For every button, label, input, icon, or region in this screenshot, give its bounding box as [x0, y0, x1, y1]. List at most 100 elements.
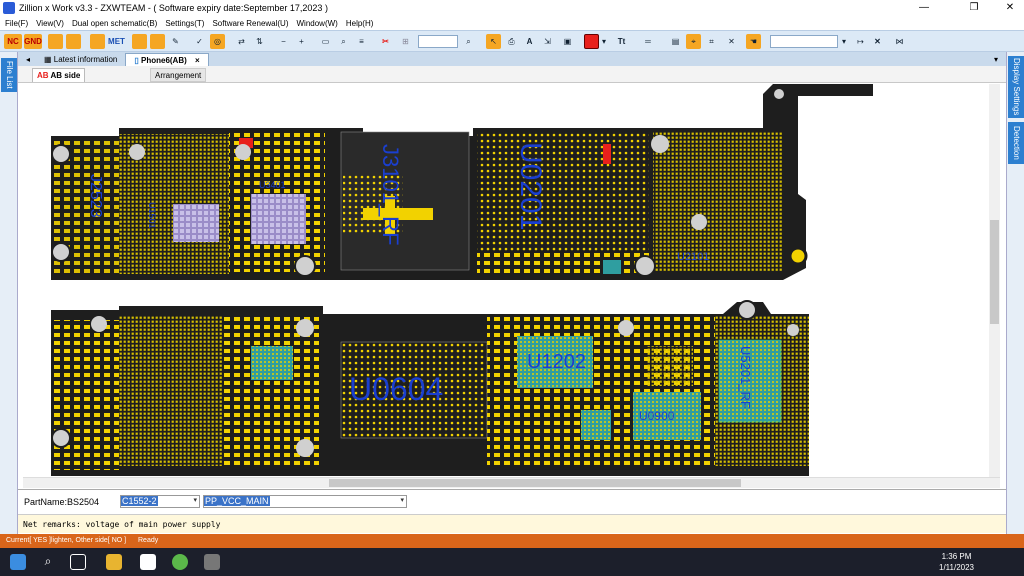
- menu-renewal[interactable]: Software Renewal(U): [212, 19, 288, 28]
- close-icon[interactable]: ✕: [996, 0, 1024, 16]
- options-icon[interactable]: ⋈: [892, 34, 907, 49]
- pointer-icon[interactable]: ↖: [486, 34, 501, 49]
- detection-tab[interactable]: Detection: [1008, 122, 1024, 164]
- tab-menu-icon[interactable]: ▾: [986, 53, 1006, 66]
- right-panel: Display Settings Detection: [1006, 52, 1024, 534]
- component-label[interactable]: J3101_RF: [378, 144, 403, 246]
- component-label[interactable]: U5201_RF: [738, 346, 753, 409]
- flip-h-icon[interactable]: ⇄: [234, 34, 249, 49]
- restore-icon[interactable]: ❐: [960, 0, 988, 16]
- layer-top-icon[interactable]: [48, 34, 63, 49]
- highlight-icon[interactable]: [90, 34, 105, 49]
- edit-icon[interactable]: ✎: [168, 34, 183, 49]
- menu-view[interactable]: View(V): [36, 19, 64, 28]
- box-icon[interactable]: ▣: [560, 34, 575, 49]
- title-bar: Zillion x Work v3.3 - ZXWTEAM - ( Softwa…: [0, 0, 1024, 16]
- chevron-down-icon[interactable]: ▾: [193, 496, 197, 504]
- component-label[interactable]: U1202: [527, 351, 586, 373]
- vertical-scroll-thumb[interactable]: [990, 220, 999, 324]
- file-explorer-icon[interactable]: [106, 554, 122, 570]
- fit-icon[interactable]: ▭: [318, 34, 333, 49]
- part-name-label: PartName:BS2504: [24, 496, 100, 507]
- tab-arrangement[interactable]: Arrangement: [150, 68, 207, 82]
- app-icon-green[interactable]: [172, 554, 188, 570]
- color-picker[interactable]: [584, 34, 599, 49]
- document-icon: ▦: [44, 55, 54, 64]
- tool-icon[interactable]: ✕: [724, 34, 739, 49]
- net-search-input[interactable]: [770, 35, 838, 48]
- crop-icon[interactable]: ⌗: [704, 34, 719, 49]
- zxw-taskbar-icon[interactable]: [204, 554, 220, 570]
- task-view-icon[interactable]: [70, 554, 86, 570]
- tab-scroll-left-icon[interactable]: ◂: [18, 53, 36, 66]
- component-label[interactable]: U3401: [259, 180, 286, 190]
- horizontal-scroll-thumb[interactable]: [329, 479, 741, 487]
- horizontal-scrollbar[interactable]: [23, 477, 1000, 488]
- clear-icon[interactable]: ✕: [870, 34, 885, 49]
- layer-bottom-icon[interactable]: [66, 34, 81, 49]
- component-label[interactable]: U0604: [349, 371, 443, 407]
- image-icon[interactable]: ▤: [668, 34, 683, 49]
- pcb-board-view[interactable]: J2523 U1501 U0201 J3101_RF U2101 U0604 U…: [23, 84, 1000, 477]
- hand-icon[interactable]: ☚: [746, 34, 761, 49]
- component-label[interactable]: U1501: [147, 202, 157, 229]
- search-icon[interactable]: ⌕: [40, 554, 56, 570]
- tab-label: AB side: [50, 71, 81, 80]
- zalo-icon[interactable]: [140, 554, 156, 570]
- text-tool-icon[interactable]: A: [522, 34, 537, 49]
- document-tabs: ◂ ▦ Latest information ▯ Phone6(AB) × ▾: [18, 52, 1006, 66]
- part-info-bar: PartName:BS2504 C1552-2 ▾ PP_VCC_MAIN ▾: [18, 489, 1006, 513]
- gnd-button[interactable]: GND: [24, 34, 42, 49]
- menu-file[interactable]: File(F): [5, 19, 28, 28]
- menu-dual-open[interactable]: Dual open schematic(B): [72, 19, 157, 28]
- dropdown-icon[interactable]: ▾: [840, 34, 848, 49]
- zoom-icon[interactable]: ⌕: [336, 34, 351, 49]
- board-side-tabs: AB AB side Arrangement: [18, 66, 1006, 83]
- system-clock[interactable]: 1:36 PM 1/11/2023: [939, 551, 974, 573]
- chevron-down-icon[interactable]: ▾: [600, 34, 608, 49]
- list-icon[interactable]: ≡: [354, 34, 369, 49]
- minimize-icon[interactable]: —: [910, 0, 938, 16]
- search-input[interactable]: [418, 35, 458, 48]
- tab-ab-side[interactable]: AB AB side: [32, 68, 86, 82]
- print-icon[interactable]: ⎙: [504, 34, 519, 49]
- search-icon[interactable]: ⌕: [461, 34, 476, 49]
- layers-icon[interactable]: ⊞: [398, 34, 413, 49]
- tab-label: Latest information: [53, 55, 118, 64]
- font-size-icon[interactable]: Tt: [614, 34, 629, 49]
- component-label[interactable]: J2523: [87, 174, 104, 218]
- component-label[interactable]: U2101: [677, 251, 709, 263]
- close-tab-icon[interactable]: ×: [195, 56, 200, 65]
- next-icon[interactable]: ↦: [853, 34, 868, 49]
- net-select[interactable]: PP_VCC_MAIN ▾: [203, 495, 407, 508]
- upper-board: [51, 84, 873, 280]
- flip-v-icon[interactable]: ⇅: [252, 34, 267, 49]
- target-icon[interactable]: ◎: [210, 34, 225, 49]
- component-label[interactable]: U0900: [639, 409, 675, 423]
- vertical-scrollbar[interactable]: [989, 84, 1000, 477]
- cut-icon[interactable]: ✂: [378, 34, 393, 49]
- tab-phone6[interactable]: ▯ Phone6(AB) ×: [125, 53, 209, 66]
- file-list-tab[interactable]: File List: [1, 58, 17, 92]
- display-settings-tab[interactable]: Display Settings: [1008, 56, 1024, 118]
- pcb-canvas[interactable]: J2523 U1501 U0201 J3101_RF U2101 U0604 U…: [23, 84, 1000, 477]
- left-panel: File List: [0, 52, 18, 534]
- zoom-out-icon[interactable]: −: [276, 34, 291, 49]
- menu-help[interactable]: Help(H): [346, 19, 374, 28]
- component-select[interactable]: C1552-2 ▾: [120, 495, 200, 508]
- component-label[interactable]: U0201: [514, 142, 547, 230]
- check-icon[interactable]: ✓: [192, 34, 207, 49]
- met-button[interactable]: MET: [108, 34, 125, 49]
- tab-latest-information[interactable]: ▦ Latest information: [36, 53, 125, 66]
- measure-icon[interactable]: ⇲: [540, 34, 555, 49]
- grid-icon[interactable]: [132, 34, 147, 49]
- menu-window[interactable]: Window(W): [297, 19, 338, 28]
- menu-settings[interactable]: Settings(T): [165, 19, 204, 28]
- zoom-in-icon[interactable]: +: [294, 34, 309, 49]
- line-style-icon[interactable]: ═: [636, 34, 660, 49]
- chevron-down-icon[interactable]: ▾: [400, 496, 404, 504]
- frame-icon[interactable]: [150, 34, 165, 49]
- windows-start-icon[interactable]: [10, 554, 26, 570]
- nc-button[interactable]: NC: [4, 34, 22, 49]
- pin-icon[interactable]: ⌖: [686, 34, 701, 49]
